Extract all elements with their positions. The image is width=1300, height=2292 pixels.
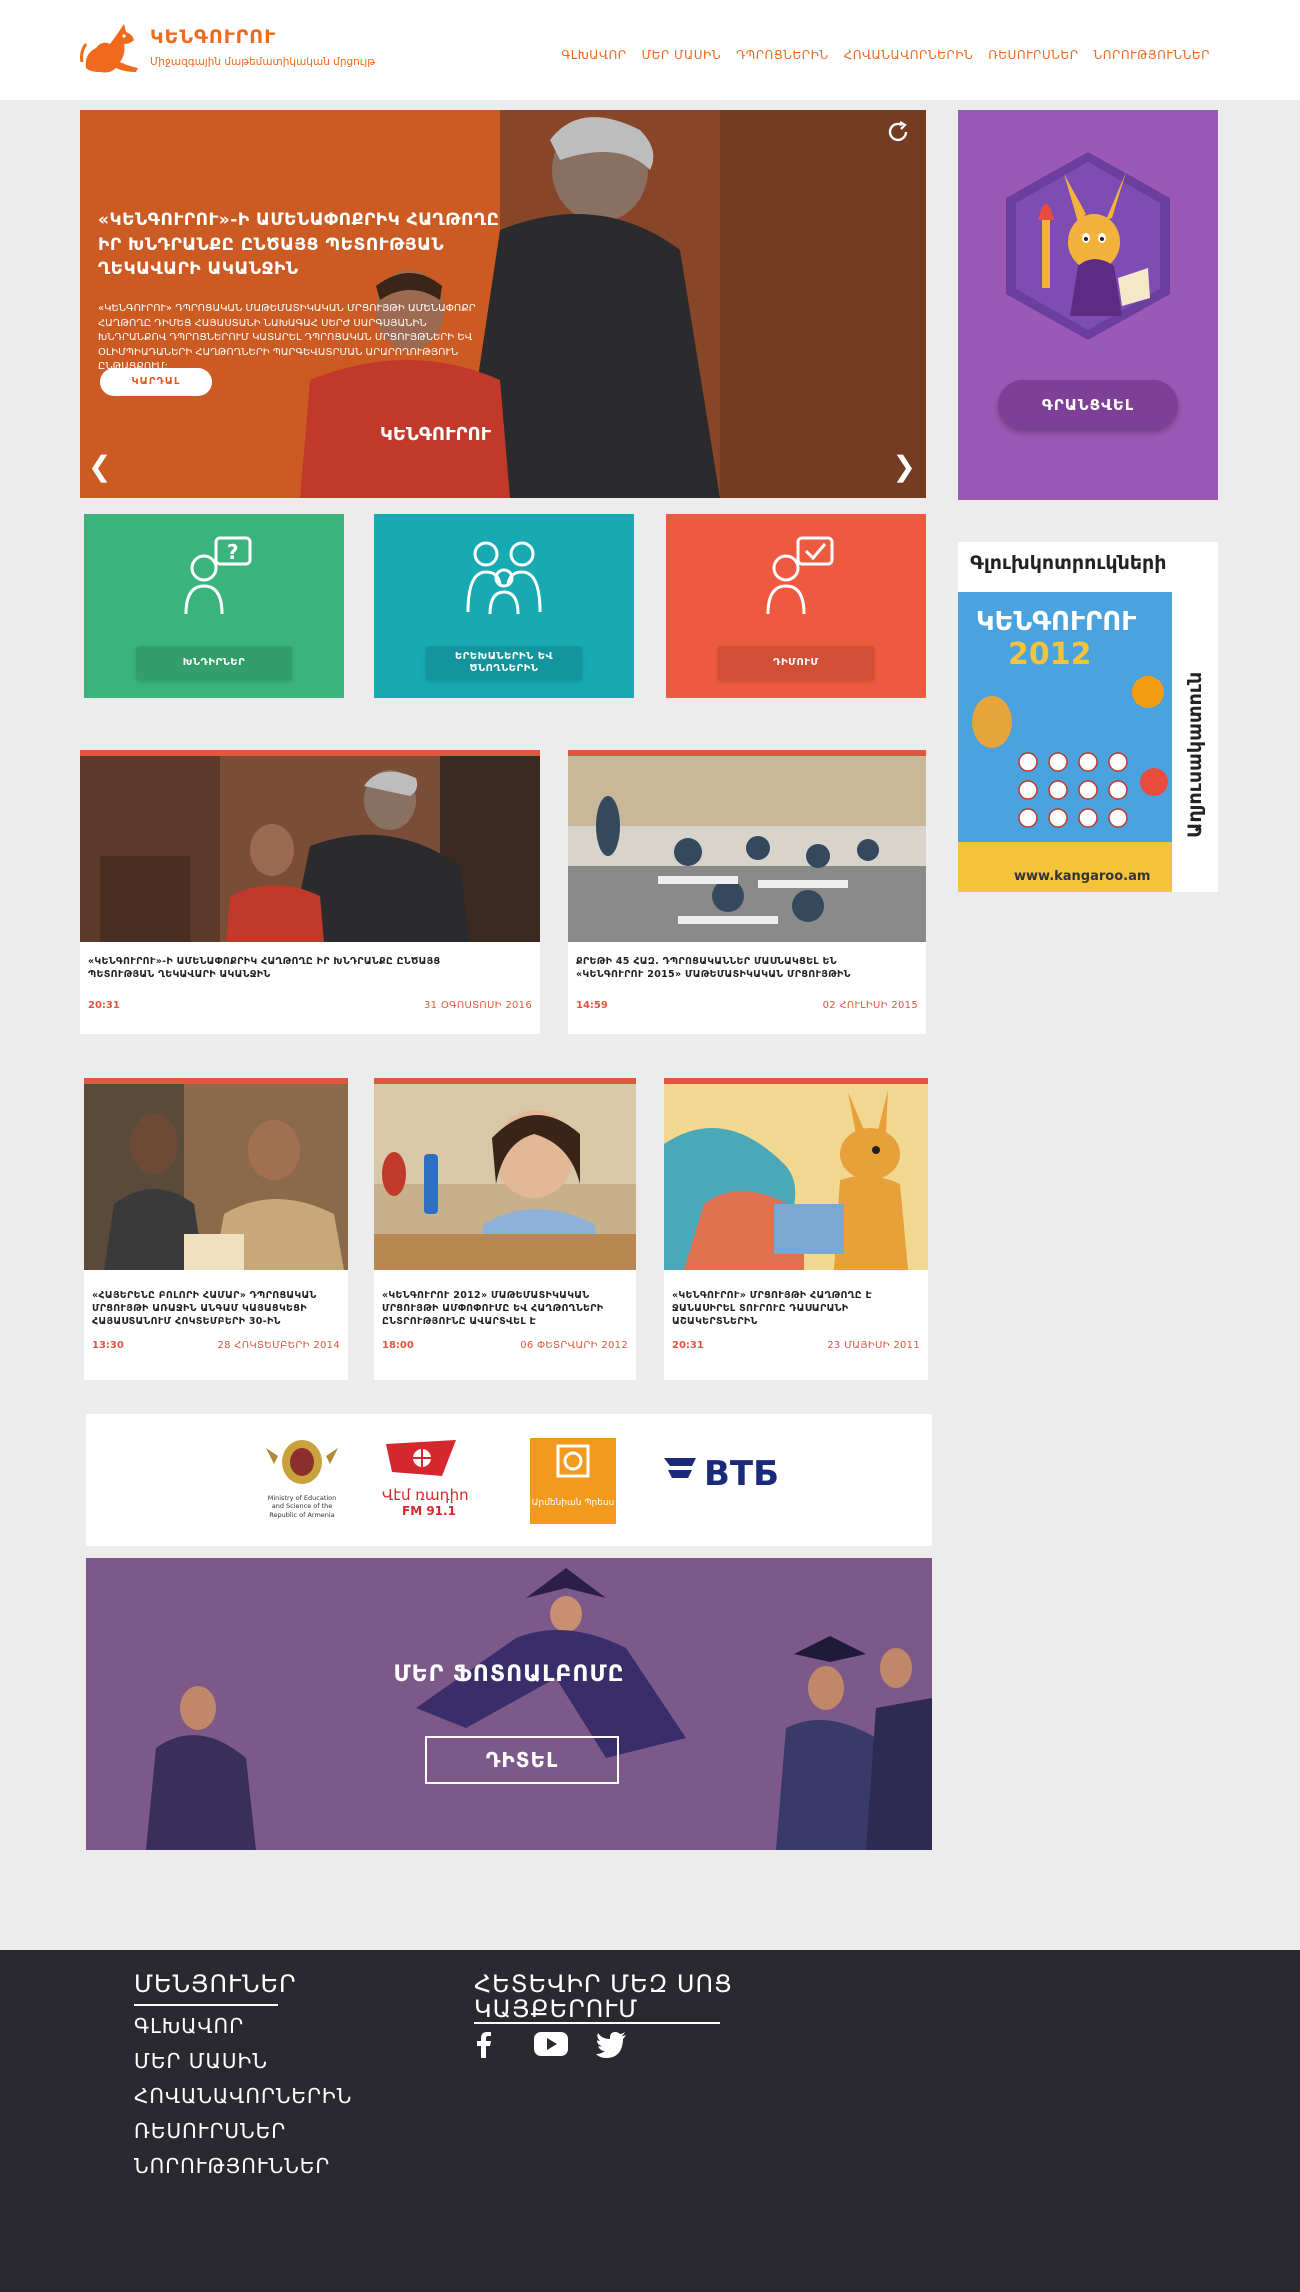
hero-text: «ԿԵՆԳՈՒՐՈՒ» ԴՊՐՈՑԱԿԱՆ ՄԱԹԵՄԱՏԻԿԱԿԱՆ ՄՐՑՈ… xyxy=(98,303,476,372)
news-time: 18:00 xyxy=(382,1340,414,1351)
news-image xyxy=(80,756,540,942)
puzzles-ad[interactable]: Գլուխկոտրուկների ԿԵՆԳՈՒՐՈՒ 2012 www.kang… xyxy=(958,542,1218,892)
vtb-logo-icon xyxy=(664,1458,696,1478)
tile-problems[interactable]: ? ԽՆԴԻՐՆԵՐ xyxy=(84,514,344,698)
footer-menu-title: ՄԵՆՅՈՒՆԵՐ xyxy=(134,1970,297,1998)
footer-link-sponsors[interactable]: ՀՈՎԱՆԱՎՈՐՆԵՐԻՆ xyxy=(134,2084,352,2108)
footer-link-resources[interactable]: ՌԵՍՈՒՐՍՆԵՐ xyxy=(134,2119,286,2143)
tile-label: ԴԻՄՈՒՄ xyxy=(718,646,874,680)
nav-item-sponsors[interactable]: ՀՈՎԱՆԱՎՈՐՆԵՐԻՆ xyxy=(844,48,974,62)
site-header: ԿԵՆԳՈՒՐՈՒ Միջազգային մաթեմատիկական մրցու… xyxy=(0,0,1300,100)
news-time: 13:30 xyxy=(92,1340,124,1351)
partner-radio[interactable]: Վէմ ռադիո FM 91.1 xyxy=(382,1436,482,1526)
news-title: «ԿԵՆԳՈՒՐՈՒ» ՄՐՑՈՒՅԹԻ ՀԱՂԹՈՂԸ Է ՋԱՆԱՍԻՐԵԼ… xyxy=(672,1290,873,1327)
svg-text:?: ? xyxy=(227,540,239,564)
album-title: ՄԵՐ ՖՈՏՈԱԼԲՈՄԸ xyxy=(393,1662,625,1687)
album-view-button[interactable]: ԴԻՏԵԼ xyxy=(425,1736,619,1784)
nav-item-home[interactable]: ԳԼԽԱՎՈՐ xyxy=(561,48,626,62)
facebook-icon[interactable] xyxy=(476,2032,492,2058)
register-button[interactable]: ԳՐԱՆՑՎԵԼ xyxy=(998,380,1178,430)
news-date: 28 ՀՈԿՏԵՄԲԵՐԻ 2014 xyxy=(217,1340,340,1351)
news-card[interactable]: «ՀԱՅԵՐԵՆԸ ԲՈԼՈՐԻ ՀԱՄԱՐ» ԴՊՐՈՑԱԿԱՆ ՄՐՑՈՒՅ… xyxy=(84,1078,348,1380)
news-card[interactable]: «ԿԵՆԳՈՒՐՈՒ»-Ի ԱՄԵՆԱՓՈՔՐԻԿ ՀԱՂԹՈՂԸ ԻՐ ԽՆԴ… xyxy=(80,750,540,1034)
book-label: Արմենիան Պրեսս xyxy=(531,1498,615,1508)
bank-label: ВТБ xyxy=(704,1454,780,1494)
news-title: «ԿԵՆԳՈՒՐՈՒ 2012» ՄԱԹԵՄԱՏԻԿԱԿԱՆ ՄՐՑՈՒՅԹԻ … xyxy=(382,1290,604,1327)
news-image xyxy=(568,756,926,942)
youtube-icon[interactable] xyxy=(534,2032,568,2056)
news-title: «ՀԱՅԵՐԵՆԸ ԲՈԼՈՐԻ ՀԱՄԱՐ» ԴՊՐՈՑԱԿԱՆ ՄՐՑՈՒՅ… xyxy=(92,1290,317,1327)
svg-text:ԿԵՆԳՈՒՐՈՒ: ԿԵՆԳՈՒՐՈՒ xyxy=(380,424,492,445)
footer-link-news[interactable]: ՆՈՐՈՒԹՅՈՒՆՆԵՐ xyxy=(134,2154,330,2178)
partner-book[interactable]: Արմենիան Պրեսս xyxy=(530,1438,616,1524)
news-card[interactable]: ՔՐԵԹԻ 45 ՀԱԶ. ԴՊՐՈՑԱԿԱՆՆԵՐ ՄԱՍՆԱԿՑԵԼ ԵՆ … xyxy=(568,750,926,1034)
news-title: «ԿԵՆԳՈՒՐՈՒ»-Ի ԱՄԵՆԱՓՈՔՐԻԿ ՀԱՂԹՈՂԸ ԻՐ ԽՆԴ… xyxy=(88,956,441,980)
news-time: 20:31 xyxy=(672,1340,704,1351)
logo-subtitle: Միջազգային մաթեմատիկական մրցույթ xyxy=(150,56,375,68)
nav-item-resources[interactable]: ՌԵՍՈՒՐՍՆԵՐ xyxy=(988,48,1078,62)
ad-side-label: Աղյուսակատուն xyxy=(1176,592,1218,892)
tile-label: ԵՐԵԽԱՆԵՐԻՆ ԵՎ ԾՆՈՂՆԵՐԻՆ xyxy=(426,646,582,680)
news-date: 23 ՄԱՅԻՍԻ 2011 xyxy=(827,1340,920,1351)
ad-title: Գլուխկոտրուկների xyxy=(970,552,1167,574)
slider-prev-button[interactable]: ❮ xyxy=(88,450,111,483)
news-image xyxy=(374,1084,636,1270)
news-date: 31 ՕԳՈՍՏՈՍԻ 2016 xyxy=(424,1000,532,1011)
news-image xyxy=(84,1084,348,1270)
nav-item-schools[interactable]: ԴՊՐՈՑՆԵՐԻՆ xyxy=(736,48,829,62)
ministry-label: Ministry of Education and Science of the… xyxy=(267,1494,337,1519)
refresh-icon[interactable] xyxy=(886,120,910,144)
news-image xyxy=(664,1084,928,1270)
partners-strip: Ministry of Education and Science of the… xyxy=(86,1414,932,1546)
news-time: 20:31 xyxy=(88,1000,120,1011)
tile-label: ԽՆԴԻՐՆԵՐ xyxy=(136,646,292,680)
child-check-icon xyxy=(766,536,834,614)
radio-logo-icon xyxy=(386,1440,456,1476)
footer-social-title-line-1: ՀԵՏԵՎԻՐ ՄԵԶ ՍՈՑ xyxy=(474,1970,733,1998)
radio-name: Վէմ ռադիո xyxy=(382,1486,469,1504)
child-question-icon: ? xyxy=(184,536,252,614)
radio-frequency: FM 91.1 xyxy=(402,1504,456,1518)
main-nav: ԳԼԽԱՎՈՐ ՄԵՐ ՄԱՍԻՆ ԴՊՐՈՑՆԵՐԻՆ ՀՈՎԱՆԱՎՈՐՆԵ… xyxy=(561,48,1210,62)
nav-item-about[interactable]: ՄԵՐ ՄԱՍԻՆ xyxy=(642,48,721,62)
news-card[interactable]: «ԿԵՆԳՈՒՐՈՒ» ՄՐՑՈՒՅԹԻ ՀԱՂԹՈՂԸ Է ՋԱՆԱՍԻՐԵԼ… xyxy=(664,1078,928,1380)
book-logo-icon xyxy=(556,1444,590,1478)
hero-slider: ԿԵՆԳՈՒՐՈՒ «ԿԵՆԳՈՒՐՈՒ»-Ի ԱՄԵՆԱՓՈՔՐԻԿ ՀԱՂԹ… xyxy=(80,110,926,498)
poster-title: ԿԵՆԳՈՒՐՈՒ xyxy=(976,607,1136,637)
kangaroo-logo-icon xyxy=(80,24,138,73)
news-date: 02 ՀՈՒԼԻՍԻ 2015 xyxy=(822,1000,918,1011)
partner-bank[interactable]: ВТБ xyxy=(662,1454,782,1514)
footer-social-title-line-2: ԿԱՅՔԵՐՈՒՄ xyxy=(474,1995,639,2024)
logo-name: ԿԵՆԳՈՒՐՈՒ xyxy=(150,26,277,48)
news-date: 06 ՓԵՏՐՎԱՐԻ 2012 xyxy=(520,1340,628,1351)
twitter-icon[interactable] xyxy=(596,2032,626,2058)
poster-image: ԿԵՆԳՈՒՐՈՒ 2012 www.kangaroo.am xyxy=(958,592,1172,892)
poster-year: 2012 xyxy=(1008,637,1092,672)
tile-kids-parents[interactable]: ԵՐԵԽԱՆԵՐԻՆ ԵՎ ԾՆՈՂՆԵՐԻՆ xyxy=(374,514,634,698)
nav-item-news[interactable]: ՆՈՐՈՒԹՅՈՒՆՆԵՐ xyxy=(1094,48,1210,62)
site-logo[interactable]: ԿԵՆԳՈՒՐՈՒ Միջազգային մաթեմատիկական մրցու… xyxy=(80,22,375,78)
tile-apply[interactable]: ԴԻՄՈՒՄ xyxy=(666,514,926,698)
hero-read-button[interactable]: ԿԱՐԴԱԼ xyxy=(100,368,212,396)
ad-side-text: Աղյուսակատուն xyxy=(1184,671,1206,838)
footer-link-home[interactable]: ԳԼԽԱՎՈՐ xyxy=(134,2014,244,2038)
photo-album-banner: ՄԵՐ ՖՈՏՈԱԼԲՈՄԸ ԴԻՏԵԼ xyxy=(86,1558,932,1850)
footer-social-title: ՀԵՏԵՎԻՐ ՄԵԶ ՍՈՑ ԿԱՅՔԵՐՈՒՄ xyxy=(474,1970,733,2024)
news-title: ՔՐԵԹԻ 45 ՀԱԶ. ԴՊՐՈՑԱԿԱՆՆԵՐ ՄԱՍՆԱԿՑԵԼ ԵՆ … xyxy=(576,956,851,980)
album-photo xyxy=(86,1558,932,1850)
family-icon xyxy=(466,541,542,614)
footer-menu-underline xyxy=(134,2004,278,2006)
coat-of-arms-icon xyxy=(266,1440,338,1484)
footer-link-about[interactable]: ՄԵՐ ՄԱՍԻՆ xyxy=(134,2049,268,2073)
footer-social-underline xyxy=(474,2022,720,2024)
poster-url: www.kangaroo.am xyxy=(1014,869,1150,884)
register-promo: ԳՐԱՆՑՎԵԼ xyxy=(958,110,1218,500)
mascot-badge xyxy=(1006,152,1170,340)
news-time: 14:59 xyxy=(576,1000,608,1011)
slider-next-button[interactable]: ❯ xyxy=(893,450,916,483)
hero-title: «ԿԵՆԳՈՒՐՈՒ»-Ի ԱՄԵՆԱՓՈՔՐԻԿ ՀԱՂԹՈՂԸ ԻՐ ԽՆԴ… xyxy=(98,210,500,280)
news-card[interactable]: «ԿԵՆԳՈՒՐՈՒ 2012» ՄԱԹԵՄԱՏԻԿԱԿԱՆ ՄՐՑՈՒՅԹԻ … xyxy=(374,1078,636,1380)
partner-ministry[interactable]: Ministry of Education and Science of the… xyxy=(264,1436,340,1526)
